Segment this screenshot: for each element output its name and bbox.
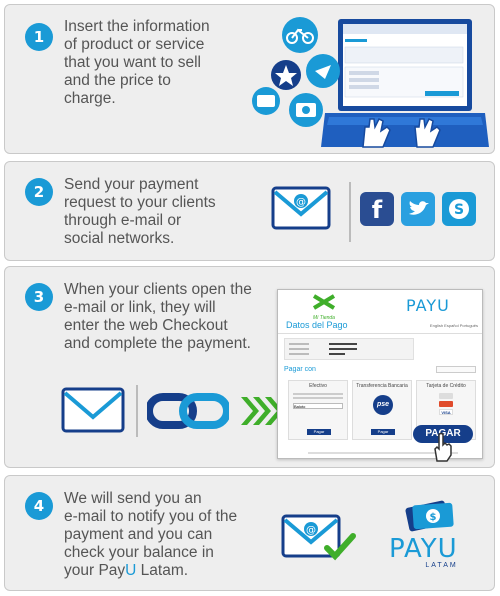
step-text-part: Latam. [136, 562, 189, 579]
step-text-highlight: U [125, 562, 137, 579]
step-1-card: 1 Insert the information of product or s… [4, 4, 495, 154]
card-icon-mastercard [439, 401, 453, 407]
country-select[interactable] [436, 366, 476, 373]
divider [349, 182, 351, 242]
pse-logo: pse [373, 395, 393, 415]
step-3-card: 3 When your clients open the e-mail or l… [4, 266, 495, 468]
method-transfer[interactable]: Transferencia Bancaria pse Pagar [352, 380, 412, 440]
payu-logo: PAYU [406, 296, 450, 315]
transfer-pay-button[interactable]: Pagar [371, 429, 395, 435]
email-icon: @ [271, 186, 331, 230]
facebook-icon[interactable]: f [360, 192, 394, 226]
step-number: 1 [25, 23, 53, 51]
method-label: Transferencia Bancaria [356, 383, 408, 389]
svg-text:$: $ [430, 512, 437, 523]
money-cards-icon: $ [405, 500, 454, 532]
method-label: Efectivo [309, 383, 327, 389]
laptop-illustration [252, 17, 489, 148]
payu-logo-text: PAYU [389, 534, 458, 564]
link-icon [147, 393, 229, 429]
svg-text:@: @ [296, 197, 306, 208]
svg-text:@: @ [306, 525, 316, 536]
payu-latam-logo: PAYU LATAM [389, 536, 458, 569]
email-check-icon: @ [281, 514, 356, 561]
step-text: When your clients open the e-mail or lin… [64, 281, 252, 352]
card-icon-visa: VISA [439, 409, 453, 415]
email-icon [61, 387, 125, 433]
payment-details [284, 338, 414, 360]
page-title: Datos del Pago [286, 320, 348, 330]
shop-logo: Mi Tienda [312, 294, 336, 321]
svg-text:S: S [454, 202, 464, 218]
hand-cursor-icon [434, 432, 452, 462]
lang-en[interactable]: English [430, 323, 443, 328]
method-cash[interactable]: Efectivo Baloto Pagar [288, 380, 348, 440]
pay-with-title: Pagar con [284, 366, 316, 373]
lang-es[interactable]: Español [444, 323, 458, 328]
step-number: 3 [25, 283, 53, 311]
step-text: Insert the information of product or ser… [64, 18, 210, 107]
step-text: We will send you an e-mail to notify you… [64, 490, 237, 580]
step-text: Send your payment request to your client… [64, 176, 216, 247]
method-label: Tarjeta de Crédito [426, 383, 466, 389]
divider [136, 385, 138, 437]
step-4-card: 4 We will send you an e-mail to notify y… [4, 475, 495, 591]
language-selector[interactable]: English Español Português [430, 323, 478, 328]
lang-pt[interactable]: Português [460, 323, 478, 328]
twitter-icon[interactable] [401, 192, 435, 226]
step-2-card: 2 Send your payment request to your clie… [4, 161, 495, 261]
card-icon-amex [439, 393, 453, 399]
step-number: 2 [25, 178, 53, 206]
cash-pay-button[interactable]: Pagar [307, 429, 331, 435]
cash-select[interactable]: Baloto [293, 403, 343, 409]
step-number: 4 [25, 492, 53, 520]
header-bar: Datos del Pago English Español Português [278, 320, 482, 334]
skype-icon[interactable]: S [442, 192, 476, 226]
